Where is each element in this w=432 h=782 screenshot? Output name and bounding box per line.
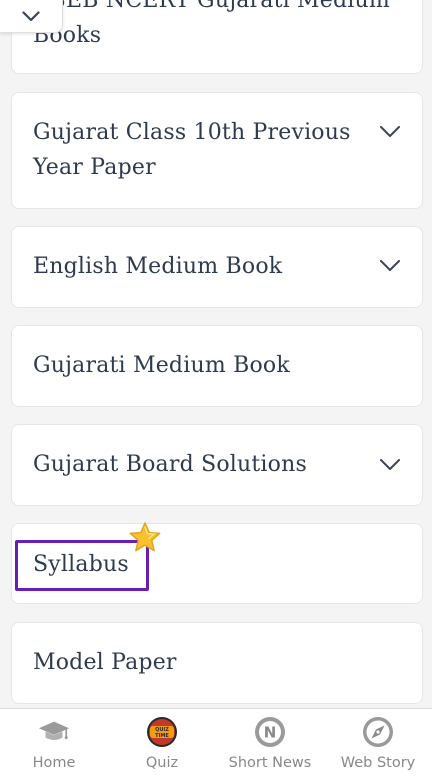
nav-item-web-story[interactable]: Web Story [324, 709, 432, 782]
svg-text:N: N [264, 724, 277, 742]
chevron-down-icon[interactable] [380, 126, 400, 138]
chevron-down-icon[interactable] [380, 260, 400, 272]
menu-item-label: Gujarat Board Solutions [33, 452, 307, 477]
menu-item-label: GSEB NCERT Gujarati Medium Books [33, 0, 390, 53]
bottom-navigation: Home QUIZ TIME Quiz N Short News Web Sto… [0, 708, 432, 782]
nav-label: Home [32, 755, 76, 771]
menu-item-english-medium-book[interactable]: English Medium Book [11, 226, 423, 308]
nav-label: Quiz [145, 755, 179, 771]
menu-item-label: Model Paper [33, 650, 177, 675]
graduation-cap-icon [38, 716, 70, 748]
menu-item-class-10-previous-year-paper[interactable]: Gujarat Class 10th Previous Year Paper [11, 92, 423, 209]
menu-item-gujarati-medium-books[interactable]: GSEB NCERT Gujarati Medium Books [11, 0, 423, 74]
menu-item-label-line2: Year Paper [33, 155, 156, 180]
menu-list: GSEB NCERT Gujarati Medium Books Gujarat… [0, 0, 432, 708]
nav-label: Web Story [340, 755, 416, 771]
menu-item-label-line2: Books [33, 23, 102, 48]
nav-item-quiz[interactable]: QUIZ TIME Quiz [108, 709, 216, 782]
menu-item-label-line1: Gujarat Class 10th Previous [33, 120, 351, 145]
menu-item-gujarati-medium-book[interactable]: Gujarati Medium Book [11, 325, 423, 407]
menu-item-label-line1: GSEB NCERT Gujarati Medium [33, 0, 390, 13]
menu-item-gujarat-board-solutions[interactable]: Gujarat Board Solutions [11, 424, 423, 506]
nav-item-short-news[interactable]: N Short News [216, 709, 324, 782]
nav-item-home[interactable]: Home [0, 709, 108, 782]
menu-item-label: Gujarat Class 10th Previous Year Paper [33, 115, 351, 185]
news-n-icon: N [254, 716, 286, 748]
menu-item-model-paper[interactable]: Model Paper [11, 622, 423, 704]
menu-item-label: English Medium Book [33, 254, 283, 279]
chevron-down-icon[interactable] [380, 459, 400, 471]
compass-icon [362, 716, 394, 748]
menu-item-label: Gujarati Medium Book [33, 353, 290, 378]
svg-text:TIME: TIME [155, 733, 169, 739]
nav-label: Short News [228, 755, 312, 771]
star-icon [128, 521, 162, 555]
collapse-button[interactable] [0, 0, 63, 33]
quiz-time-icon: QUIZ TIME [146, 716, 178, 748]
chevron-down-icon [22, 7, 40, 26]
